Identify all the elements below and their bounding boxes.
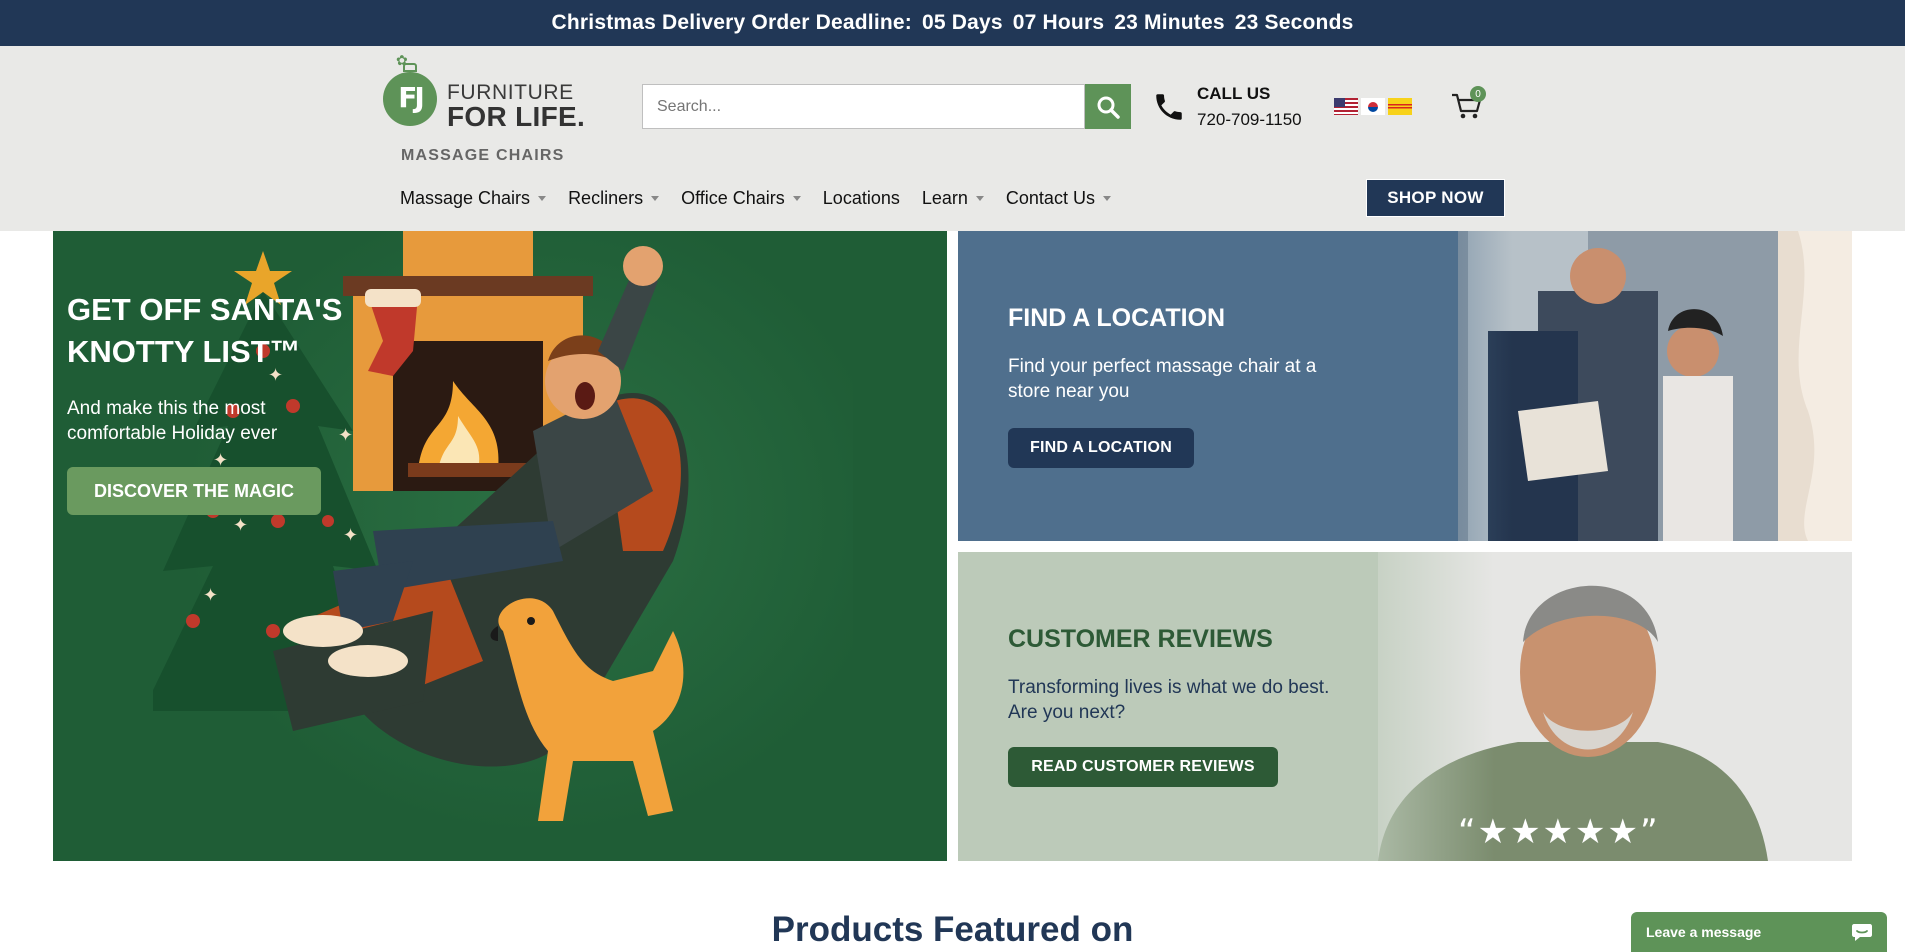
find-a-location-button[interactable]: FIND A LOCATION — [1008, 428, 1194, 468]
hero-title: GET OFF SANTA'S KNOTTY LIST™ — [67, 292, 343, 369]
cart-count-badge: 0 — [1470, 86, 1486, 102]
language-selector[interactable] — [1334, 98, 1412, 115]
countdown-days: 05 Days — [921, 11, 1003, 34]
search-icon — [1097, 96, 1120, 119]
holiday-hero-banner[interactable]: ✦ ✦ ✦ ✦ ✦ ✦ GET OFF SANTA'S KNOTTY LIST™… — [53, 231, 947, 861]
customer-reviews-panel[interactable]: CUSTOMER REVIEWS Transforming lives is w… — [958, 552, 1852, 861]
nav-massage-chairs[interactable]: Massage Chairs — [400, 188, 547, 209]
find-location-subtitle: Find your perfect massage chair at a sto… — [1008, 356, 1317, 402]
discover-the-magic-button[interactable]: DISCOVER THE MAGIC — [67, 467, 321, 515]
us-flag-icon[interactable] — [1334, 98, 1358, 115]
chevron-down-icon — [1102, 196, 1111, 201]
christmas-deadline-banner: Christmas Delivery Order Deadline: 05 Da… — [0, 0, 1905, 46]
site-logo[interactable]: ✿ FJ FURNITURE FOR LIFE. MASSAGE CHAIRS — [381, 52, 586, 164]
chevron-down-icon — [538, 196, 547, 201]
logo-line-2: FOR LIFE. — [447, 101, 586, 132]
phone-icon[interactable] — [1152, 90, 1186, 124]
read-customer-reviews-button[interactable]: READ CUSTOMER REVIEWS — [1008, 747, 1278, 787]
nav-recliners[interactable]: Recliners — [568, 188, 660, 209]
chat-bubble-icon — [1852, 924, 1872, 941]
products-featured-heading: Products Featured on — [771, 910, 1134, 949]
chevron-down-icon — [651, 196, 660, 201]
logo-mark: FJ — [398, 81, 425, 114]
customer-reviews-title: CUSTOMER REVIEWS — [1008, 625, 1273, 653]
main-navigation: Massage Chairs Recliners Office Chairs L… — [400, 188, 1133, 209]
chevron-down-icon — [792, 196, 801, 201]
nav-office-chairs[interactable]: Office Chairs — [681, 188, 801, 209]
search-button[interactable] — [1085, 84, 1131, 129]
countdown-hours: 07 Hours — [1012, 11, 1105, 34]
deadline-label: Christmas Delivery Order Deadline: — [551, 11, 912, 34]
search-input[interactable] — [642, 84, 1085, 129]
phone-number-link[interactable]: 720-709-1150 — [1197, 110, 1302, 130]
logo-tagline: MASSAGE CHAIRS — [401, 147, 565, 164]
svg-text:✦: ✦ — [233, 515, 248, 536]
chevron-down-icon — [975, 196, 984, 201]
svg-text:✦: ✦ — [343, 525, 358, 546]
call-us-label: CALL US — [1197, 84, 1271, 103]
find-location-title: FIND A LOCATION — [1008, 304, 1226, 332]
countdown-seconds: 23 Seconds — [1234, 11, 1354, 34]
ornament-logo-icon: ✿ FJ — [383, 52, 437, 126]
chat-label: Leave a message — [1646, 924, 1762, 940]
five-star-rating-icon: “★★★★★” — [1458, 812, 1660, 852]
nav-learn[interactable]: Learn — [922, 188, 984, 209]
korea-flag-icon[interactable] — [1361, 98, 1385, 115]
shop-now-button[interactable]: SHOP NOW — [1366, 179, 1505, 217]
svg-text:✦: ✦ — [203, 585, 218, 606]
hero-subtitle: And make this the most comfortable Holid… — [67, 398, 278, 444]
countdown-minutes: 23 Minutes — [1114, 11, 1225, 34]
leave-a-message-chat-widget[interactable]: Leave a message — [1631, 912, 1887, 952]
site-header: ✿ FJ FURNITURE FOR LIFE. MASSAGE CHAIRS … — [0, 46, 1905, 231]
customer-reviews-subtitle: Transforming lives is what we do best. A… — [1008, 677, 1330, 723]
nav-locations[interactable]: Locations — [823, 188, 900, 209]
find-location-panel[interactable]: FIND A LOCATION Find your perfect massag… — [958, 231, 1852, 541]
nav-contact-us[interactable]: Contact Us — [1006, 188, 1111, 209]
vietnam-flag-icon[interactable] — [1388, 98, 1412, 115]
